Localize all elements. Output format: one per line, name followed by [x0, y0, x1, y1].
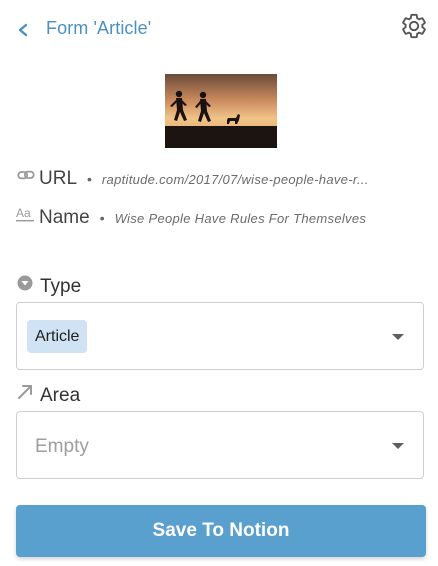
bullet-separator: • [99, 210, 105, 226]
text-aa-icon: Aa [16, 204, 36, 224]
type-select[interactable]: Article [16, 302, 424, 370]
settings-button[interactable] [400, 12, 428, 40]
relation-arrow-icon [16, 383, 34, 401]
property-value-name[interactable]: Wise People Have Rules For Themselves [115, 211, 367, 226]
area-select[interactable]: Empty [16, 411, 424, 479]
bullet-separator: • [87, 171, 92, 187]
property-label-name: Name [39, 207, 90, 228]
gear-icon [402, 13, 426, 39]
property-label-url: URL [39, 168, 78, 189]
article-thumbnail [165, 74, 277, 148]
property-url: URL • raptitude.com/2017/07/wise-people-… [16, 166, 369, 192]
area-placeholder: Empty [35, 436, 89, 457]
chevron-left-icon [18, 23, 28, 37]
header: Form 'Article' [0, 0, 438, 60]
svg-text:Aa: Aa [16, 206, 31, 220]
select-caret-circle-icon [16, 274, 34, 292]
type-selected-chip[interactable]: Article [27, 320, 88, 353]
property-name: Aa Name • Wise People Have Rules For The… [16, 205, 366, 231]
type-field-label: Type [40, 276, 82, 297]
area-field-label-row: Area [16, 383, 80, 409]
chevron-down-icon [392, 443, 404, 449]
link-icon [16, 165, 36, 185]
save-to-notion-button[interactable]: Save To Notion [16, 505, 426, 557]
back-button[interactable] [12, 18, 34, 42]
chevron-down-icon [392, 334, 404, 340]
property-value-url[interactable]: raptitude.com/2017/07/wise-people-have-r… [102, 172, 369, 187]
type-field-label-row: Type [16, 274, 81, 300]
area-field-label: Area [40, 385, 81, 406]
page-title: Form 'Article' [46, 18, 152, 38]
form-page: Form 'Article' URL • raptitude.com/2017/… [0, 0, 438, 566]
